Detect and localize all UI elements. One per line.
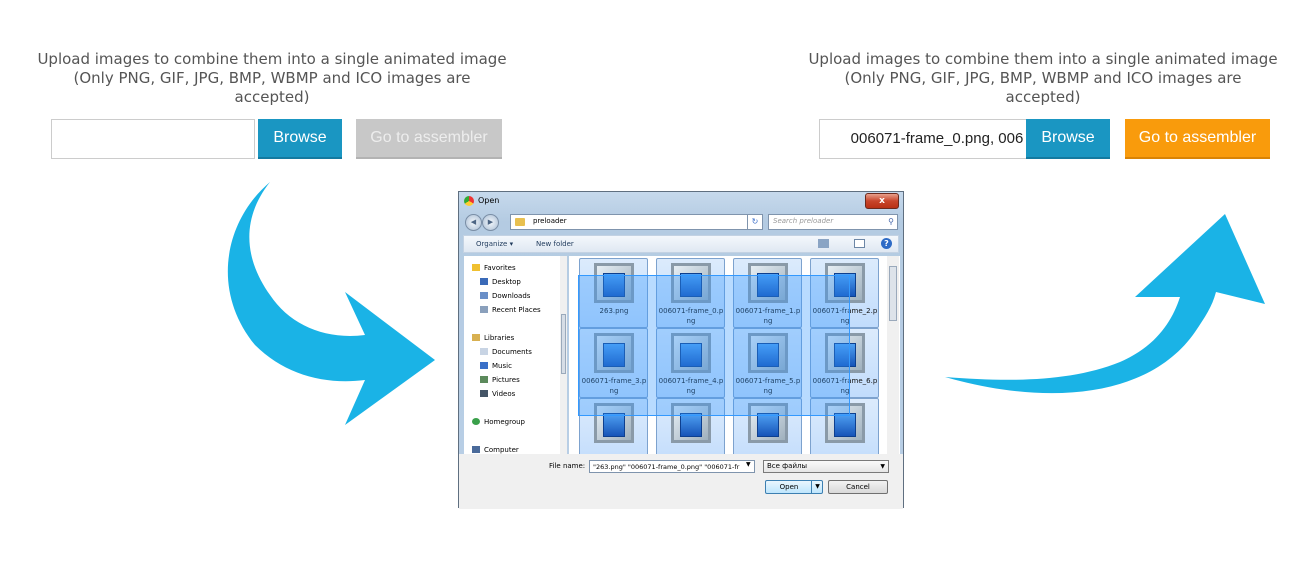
preview-pane-icon[interactable] xyxy=(854,239,865,248)
help-icon[interactable]: ? xyxy=(881,238,892,249)
nav-libraries[interactable]: Libraries xyxy=(472,334,514,342)
nav-music[interactable]: Music xyxy=(480,362,512,370)
open-file-dialog: Open x ◀ ▶ preloader ↻ Search preloader … xyxy=(458,191,904,509)
curved-arrow-right-icon xyxy=(945,214,1265,394)
computer-icon xyxy=(472,446,480,453)
intro-line-1: Upload images to combine them into a sin… xyxy=(808,50,1278,68)
open-split-dropdown-icon[interactable]: ▼ xyxy=(811,480,823,494)
back-icon[interactable]: ◀ xyxy=(465,214,482,231)
nav-homegroup[interactable]: Homegroup xyxy=(472,418,525,426)
music-icon xyxy=(480,362,488,369)
refresh-icon[interactable]: ↻ xyxy=(747,214,763,230)
star-icon xyxy=(472,264,480,271)
nav-computer[interactable]: Computer xyxy=(472,446,519,454)
file-list-scrollbar[interactable] xyxy=(887,256,899,454)
nav-desktop[interactable]: Desktop xyxy=(480,278,521,286)
upload-instructions: Upload images to combine them into a sin… xyxy=(808,50,1278,107)
nav-documents[interactable]: Documents xyxy=(480,348,532,356)
path-text: preloader xyxy=(533,217,567,225)
close-button[interactable]: x xyxy=(865,193,899,209)
file-input[interactable]: 006071-frame_0.png, 006 xyxy=(819,119,1041,159)
dialog-titlebar: Open x xyxy=(459,192,903,210)
path-field[interactable]: preloader xyxy=(510,214,762,230)
search-input[interactable]: Search preloader ⚲ xyxy=(768,214,898,230)
nav-recent-places[interactable]: Recent Places xyxy=(480,306,541,314)
documents-icon xyxy=(480,348,488,355)
file-input[interactable] xyxy=(51,119,255,159)
nav-downloads[interactable]: Downloads xyxy=(480,292,530,300)
intro-line-1: Upload images to combine them into a sin… xyxy=(37,50,507,68)
go-to-assembler-button[interactable]: Go to assembler xyxy=(356,119,502,159)
file-name-dropdown-icon[interactable]: ▼ xyxy=(746,461,751,468)
organize-menu[interactable]: Organize ▾ xyxy=(476,240,513,248)
new-folder-button[interactable]: New folder xyxy=(536,240,574,248)
forward-icon[interactable]: ▶ xyxy=(482,214,499,231)
file-type-value: Все файлы xyxy=(767,462,808,470)
selection-rectangle xyxy=(578,275,850,416)
chrome-icon xyxy=(464,196,474,206)
go-to-assembler-button[interactable]: Go to assembler xyxy=(1125,119,1270,159)
videos-icon xyxy=(480,390,488,397)
browse-button[interactable]: Browse xyxy=(1026,119,1110,159)
file-name-input[interactable]: "263.png" "006071-frame_0.png" "006071-f… xyxy=(589,460,755,473)
dialog-footer: File name: "263.png" "006071-frame_0.png… xyxy=(459,454,903,509)
chevron-down-icon: ▼ xyxy=(880,463,885,470)
folder-icon xyxy=(515,218,525,226)
address-bar: ◀ ▶ preloader ↻ Search preloader ⚲ xyxy=(463,214,899,231)
dialog-title: Open xyxy=(478,196,500,205)
nav-favorites[interactable]: Favorites xyxy=(472,264,516,272)
upload-instructions: Upload images to combine them into a sin… xyxy=(37,50,507,107)
curved-arrow-left-icon xyxy=(227,182,435,425)
libraries-icon xyxy=(472,334,480,341)
browse-button[interactable]: Browse xyxy=(258,119,342,159)
upload-panel-before: Upload images to combine them into a sin… xyxy=(37,50,507,159)
file-list-scroll-thumb[interactable] xyxy=(889,266,897,321)
nav-scroll-thumb[interactable] xyxy=(561,314,566,374)
search-icon: ⚲ xyxy=(888,217,894,226)
navigation-pane: Favorites Desktop Downloads Recent Place… xyxy=(464,256,567,454)
downloads-icon xyxy=(480,292,488,299)
view-options-icon[interactable] xyxy=(818,239,829,248)
pictures-icon xyxy=(480,376,488,383)
search-placeholder: Search preloader xyxy=(773,217,834,225)
cancel-button[interactable]: Cancel xyxy=(828,480,888,494)
nav-videos[interactable]: Videos xyxy=(480,390,515,398)
nav-pictures[interactable]: Pictures xyxy=(480,376,520,384)
desktop-icon xyxy=(480,278,488,285)
homegroup-icon xyxy=(472,418,480,425)
upload-panel-after: Upload images to combine them into a sin… xyxy=(808,50,1278,159)
recent-places-icon xyxy=(480,306,488,313)
file-type-select[interactable]: Все файлы ▼ xyxy=(763,460,889,473)
intro-line-2: (Only PNG, GIF, JPG, BMP, WBMP and ICO i… xyxy=(73,69,471,106)
intro-line-2: (Only PNG, GIF, JPG, BMP, WBMP and ICO i… xyxy=(844,69,1242,106)
nav-scrollbar[interactable] xyxy=(560,256,567,454)
dialog-toolbar: Organize ▾ New folder ? xyxy=(463,235,899,253)
file-name-label: File name: xyxy=(549,462,586,470)
